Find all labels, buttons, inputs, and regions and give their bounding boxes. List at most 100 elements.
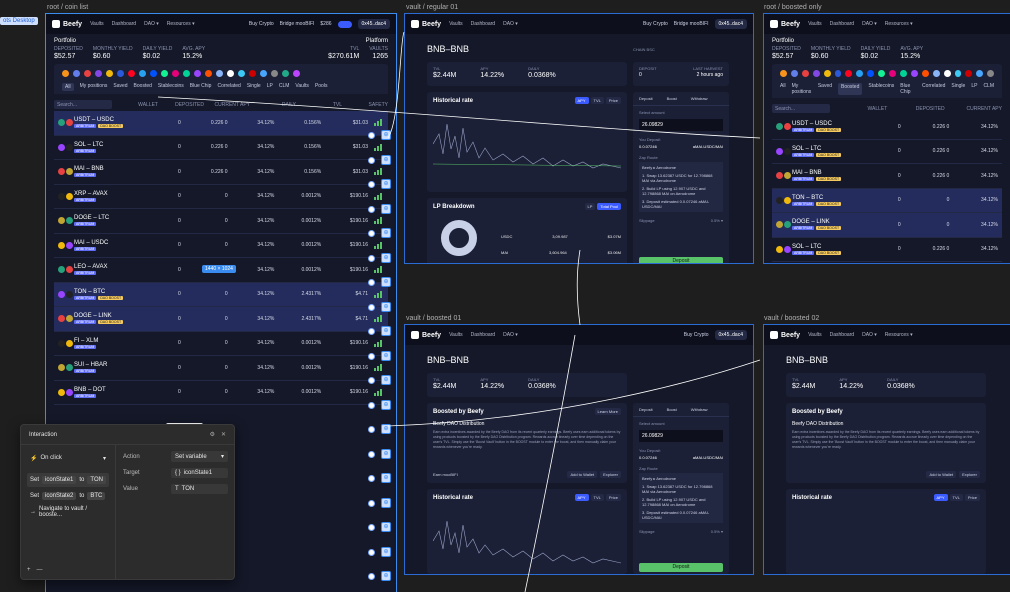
interaction-link-icon[interactable]: ⊕ [381, 326, 391, 336]
frame-vault-regular[interactable]: Beefy Vaults Dashboard DAO ▾ Buy Crypto … [404, 13, 754, 264]
frame-label-vault-boosted-2[interactable]: vault / boosted 02 [764, 315, 819, 322]
connection-node[interactable] [368, 156, 375, 164]
chain-filter-icon[interactable] [965, 70, 973, 77]
nav-resources[interactable]: Resources ▾ [885, 332, 913, 338]
connection-node[interactable] [368, 230, 375, 237]
tab-tvl[interactable]: TVL [590, 494, 604, 501]
vault-row[interactable]: MAI – BNB ARBITRUM DAO BOOST 0 0.226 0 34… [772, 164, 1002, 189]
chain-filter-icon[interactable] [106, 70, 113, 77]
vault-row[interactable]: BNB – DOT ARBITRUM 0 0 34.12% 0.0012% $1… [54, 381, 388, 405]
filter-correlated[interactable]: Correlated [217, 83, 240, 91]
col-apy[interactable]: CURRENT APY [951, 106, 1002, 112]
nav-dashboard[interactable]: Dashboard [830, 332, 854, 338]
tab-boost[interactable]: Boost [667, 96, 677, 101]
connection-node[interactable] [368, 475, 375, 482]
search-input[interactable]: Search... [772, 104, 830, 113]
frame-label-coin-list[interactable]: root / coin list [47, 4, 88, 11]
nav-dao[interactable]: DAO ▾ [503, 332, 518, 338]
connection-node[interactable] [368, 524, 375, 531]
chain-filter-icon[interactable] [227, 70, 234, 77]
vault-row[interactable]: MAI – BNB ARBITRUM 0 0.226 0 34.12% 0.15… [54, 160, 388, 185]
interaction-link-icon[interactable]: ⊕ [381, 522, 391, 532]
connection-node[interactable] [368, 132, 375, 139]
connection-node[interactable] [368, 450, 375, 458]
chain-filter-icon[interactable] [172, 70, 179, 77]
target-select[interactable]: { } iconState1 [171, 468, 228, 478]
chain-filter-icon[interactable] [823, 70, 831, 77]
tab-withdraw[interactable]: Withdraw [691, 407, 708, 412]
chain-filter-icon[interactable] [910, 70, 918, 77]
chain-filter-icon[interactable] [932, 70, 940, 77]
connection-node[interactable] [368, 279, 375, 286]
filter-all[interactable]: All [780, 83, 786, 95]
chain-filter-icon[interactable] [834, 70, 842, 77]
chain-filter-icon[interactable] [867, 70, 875, 77]
theme-toggle[interactable] [337, 20, 352, 28]
amount-input[interactable]: 26.09829 [639, 430, 723, 442]
filter-lp[interactable]: LP [267, 83, 273, 91]
nav-vaults[interactable]: Vaults [808, 21, 822, 27]
tab-price[interactable]: Price [964, 494, 980, 501]
chain-filter-icon[interactable] [987, 70, 995, 77]
connection-node[interactable] [368, 303, 375, 311]
chain-filter-icon[interactable] [780, 70, 787, 77]
beefy-logo[interactable]: Beefy [52, 20, 82, 28]
filter-single[interactable]: Single [247, 83, 261, 91]
chain-filter-icon[interactable] [954, 70, 962, 77]
chain-filter-icon[interactable] [73, 70, 80, 77]
nav-vaults[interactable]: Vaults [808, 332, 822, 338]
vault-row[interactable]: FI – XLM ARBITRUM 0 0 34.12% 0.0012% $19… [54, 332, 388, 356]
chain-filter-icon[interactable] [128, 70, 135, 77]
close-icon[interactable]: ✕ [221, 431, 226, 438]
filter-vaults[interactable]: Vaults [295, 83, 309, 91]
tab-price[interactable]: Price [605, 494, 621, 501]
chain-filter-icon[interactable] [801, 70, 809, 77]
vault-row[interactable]: MAI – USDC ARBITRUM 0 0 34.12% 0.0012% $… [54, 234, 388, 258]
interaction-link-icon[interactable]: ⊕ [381, 179, 391, 189]
settings-icon[interactable]: ⚙ [210, 431, 215, 438]
nav-dashboard[interactable]: Dashboard [471, 21, 495, 27]
interaction-link-icon[interactable]: ⊕ [381, 399, 391, 410]
interaction-link-icon[interactable]: ⊕ [381, 546, 391, 557]
chain-filter-icon[interactable] [976, 70, 984, 77]
chain-filter-icon[interactable] [216, 70, 223, 77]
action-row-1[interactable]: Set iconState1 to TON [27, 473, 109, 487]
nav-resources[interactable]: Resources ▾ [885, 21, 913, 27]
tab-lp[interactable]: LP [584, 203, 596, 210]
remove-action-button[interactable]: — [37, 567, 43, 573]
nav-vaults[interactable]: Vaults [449, 332, 463, 338]
interaction-link-icon[interactable]: ⊕ [381, 130, 391, 140]
chain-filter-icon[interactable] [139, 70, 146, 77]
chain-filter-icon[interactable] [183, 70, 190, 77]
chain-filter-icon[interactable] [95, 70, 102, 77]
vault-row[interactable]: SUI – HBAR ARBITRUM 0 0 34.12% 0.0012% $… [54, 356, 388, 381]
filter-boosted[interactable]: Boosted [838, 83, 863, 95]
buy-crypto-link[interactable]: Buy Crypto [249, 21, 274, 27]
frame-vault-boosted-2[interactable]: Beefy Vaults Dashboard DAO ▾ Resources ▾… [763, 324, 1010, 575]
connection-node[interactable] [368, 499, 375, 507]
vault-row[interactable]: XRP – AVAX ARBITRUM 0 0 34.12% 0.0012% $… [54, 185, 388, 209]
tab-apy[interactable]: APY [933, 494, 948, 501]
col-tvl[interactable]: TVL [302, 102, 342, 108]
connection-node[interactable] [368, 254, 375, 262]
nav-vaults[interactable]: Vaults [449, 21, 463, 27]
nav-resources[interactable]: Resources ▾ [167, 21, 195, 27]
col-wallet[interactable]: WALLET [836, 106, 888, 112]
interaction-link-icon[interactable]: ⊕ [381, 252, 391, 263]
filter-my-positions[interactable]: My positions [80, 83, 108, 91]
vault-row[interactable]: SOL – LTC ARBITRUM DAO BOOST 0 0.226 0 34… [772, 238, 1002, 262]
connection-node[interactable] [368, 377, 375, 384]
tab-apy[interactable]: APY [574, 494, 589, 501]
filter-lp[interactable]: LP [971, 83, 977, 95]
frame-label-root-boosted[interactable]: root / boosted only [764, 4, 822, 11]
filter-blue-chip[interactable]: Blue Chip [900, 83, 916, 95]
vault-row[interactable]: USDT – USDC ARBITRUM DAO BOOST 0 0.226 0 … [772, 115, 1002, 140]
beefy-logo[interactable]: Beefy [411, 20, 441, 28]
chain-filter-icon[interactable] [878, 70, 886, 77]
add-to-wallet-button[interactable]: Add to Wallet [926, 471, 957, 478]
col-daily[interactable]: DAILY [256, 102, 296, 108]
deposit-button[interactable]: Deposit [639, 563, 723, 572]
connection-node[interactable] [368, 426, 375, 433]
interaction-link-icon[interactable]: ⊕ [381, 154, 391, 165]
tab-boost[interactable]: Boost [667, 407, 677, 412]
